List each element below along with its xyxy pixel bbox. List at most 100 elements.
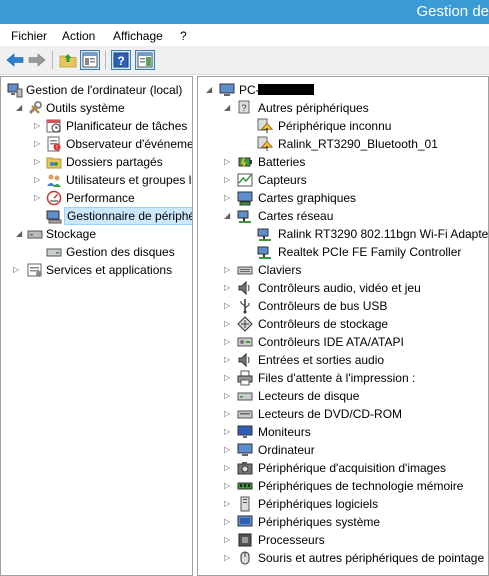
- redaction-bar: [258, 84, 314, 95]
- device-category-processors[interactable]: ▷ Processeurs: [198, 531, 488, 548]
- tree-item-storage[interactable]: ◢ Stockage: [1, 225, 192, 242]
- device-category-audio[interactable]: ▷ Contrôleurs audio, vidéo et jeu: [198, 279, 488, 296]
- collapse-arrow-icon[interactable]: ◢: [224, 103, 232, 112]
- menu-bar: Fichier Action Affichage ?: [0, 24, 489, 46]
- device-category-disk-drives[interactable]: ▷ Lecteurs de disque: [198, 387, 488, 404]
- device-category-memory[interactable]: ▷ Périphériques de technologie mémoire: [198, 477, 488, 494]
- device-category-keyboards[interactable]: ▷ Claviers: [198, 261, 488, 278]
- unknown-device-icon: ?: [237, 100, 253, 116]
- device-category-mice[interactable]: ▷ Souris et autres périphériques de poin…: [198, 549, 488, 566]
- tree-label: Gestion de l'ordinateur (local): [26, 83, 183, 97]
- device-category-usb[interactable]: ▷ Contrôleurs de bus USB: [198, 297, 488, 314]
- expand-arrow-icon[interactable]: ▷: [224, 517, 232, 526]
- tree-label: Cartes graphiques: [258, 191, 357, 205]
- expand-arrow-icon[interactable]: ▷: [224, 283, 232, 292]
- expand-arrow-icon[interactable]: ▷: [224, 409, 232, 418]
- expand-arrow-icon[interactable]: ▷: [224, 535, 232, 544]
- expand-arrow-icon[interactable]: ▷: [224, 355, 232, 364]
- tree-label: Observateur d'événeme: [66, 137, 193, 151]
- expand-arrow-icon[interactable]: ▷: [224, 319, 232, 328]
- menu-file[interactable]: Fichier: [11, 29, 47, 43]
- forward-arrow-icon[interactable]: [27, 50, 47, 70]
- device-category-storage-controllers[interactable]: ▷ Contrôleurs de stockage: [198, 315, 488, 332]
- speaker-icon: [237, 352, 253, 368]
- collapse-arrow-icon[interactable]: ◢: [224, 211, 232, 220]
- expand-arrow-icon[interactable]: ▷: [13, 265, 21, 274]
- expand-arrow-icon[interactable]: ▷: [224, 427, 232, 436]
- device-bluetooth[interactable]: ! Ralink_RT3290_Bluetooth_01: [198, 135, 488, 153]
- device-category-display[interactable]: ▷ Cartes graphiques: [198, 189, 488, 206]
- action-pane-icon[interactable]: [135, 50, 155, 70]
- device-unknown[interactable]: ! Périphérique inconnu: [198, 117, 488, 135]
- expand-arrow-icon[interactable]: ▷: [34, 175, 42, 184]
- console-tree-pane[interactable]: Gestion de l'ordinateur (local) ◢ Outils…: [0, 76, 193, 576]
- tree-item-performance[interactable]: ▷ Performance: [1, 189, 192, 206]
- device-category-monitors[interactable]: ▷ Moniteurs: [198, 423, 488, 440]
- expand-arrow-icon[interactable]: ▷: [224, 301, 232, 310]
- performance-icon: [46, 190, 62, 206]
- console-tree-icon[interactable]: [80, 50, 100, 70]
- tree-label: Lecteurs de disque: [258, 389, 360, 403]
- expand-arrow-icon[interactable]: ▷: [224, 373, 232, 382]
- tree-item-system-tools[interactable]: ◢ Outils système: [1, 99, 192, 116]
- expand-arrow-icon[interactable]: ▷: [224, 553, 232, 562]
- tree-item-services-apps[interactable]: ▷ Services et applications: [1, 261, 192, 278]
- collapse-arrow-icon[interactable]: ◢: [16, 229, 24, 238]
- menu-view[interactable]: Affichage: [113, 29, 163, 43]
- task-scheduler-icon: [46, 118, 62, 134]
- device-category-audio-io[interactable]: ▷ Entrées et sorties audio: [198, 351, 488, 368]
- up-folder-icon[interactable]: [58, 50, 78, 70]
- device-category-imaging[interactable]: ▷ Périphérique d'acquisition d'images: [198, 459, 488, 476]
- device-category-other[interactable]: ◢ ? Autres périphériques: [198, 99, 488, 116]
- expand-arrow-icon[interactable]: ▷: [34, 157, 42, 166]
- expand-arrow-icon[interactable]: ▷: [34, 121, 42, 130]
- expand-arrow-icon[interactable]: ▷: [224, 481, 232, 490]
- expand-arrow-icon[interactable]: ▷: [34, 139, 42, 148]
- tree-item-device-manager[interactable]: Gestionnaire de périphé: [1, 207, 192, 225]
- expand-arrow-icon[interactable]: ▷: [224, 157, 232, 166]
- device-category-batteries[interactable]: ▷ Batteries: [198, 153, 488, 170]
- device-tree-pane[interactable]: ◢ PC- ◢ ? Autres périphériques ! Périphé…: [197, 76, 489, 576]
- device-wifi-adapter[interactable]: Ralink RT3290 802.11bgn Wi-Fi Adapter: [198, 225, 488, 242]
- tree-label: Entrées et sorties audio: [258, 353, 385, 367]
- device-category-dvd[interactable]: ▷ Lecteurs de DVD/CD-ROM: [198, 405, 488, 422]
- tree-label: Moniteurs: [258, 425, 311, 439]
- back-arrow-icon[interactable]: [5, 50, 25, 70]
- collapse-arrow-icon[interactable]: ◢: [16, 103, 24, 112]
- tree-label: Périphérique inconnu: [278, 119, 392, 133]
- tree-item-computer-management[interactable]: Gestion de l'ordinateur (local): [1, 81, 192, 98]
- menu-action[interactable]: Action: [62, 29, 95, 43]
- expand-arrow-icon[interactable]: ▷: [34, 193, 42, 202]
- tree-label: Processeurs: [258, 533, 325, 547]
- device-ethernet-adapter[interactable]: Realtek PCIe FE Family Controller: [198, 243, 488, 260]
- device-category-print-queues[interactable]: ▷ Files d'attente à l'impression :: [198, 369, 488, 386]
- device-computer-root[interactable]: ◢ PC-: [198, 81, 488, 98]
- expand-arrow-icon[interactable]: ▷: [224, 337, 232, 346]
- help-icon[interactable]: ?: [111, 50, 131, 70]
- device-category-ide[interactable]: ▷ Contrôleurs IDE ATA/ATAPI: [198, 333, 488, 350]
- expand-arrow-icon[interactable]: ▷: [224, 499, 232, 508]
- collapse-arrow-icon[interactable]: ◢: [206, 85, 214, 94]
- toolbar-separator: [105, 51, 106, 69]
- device-category-sensors[interactable]: ▷ Capteurs: [198, 171, 488, 188]
- tree-label: Stockage: [46, 227, 97, 241]
- menu-help[interactable]: ?: [180, 29, 187, 43]
- device-category-network[interactable]: ◢ Cartes réseau: [198, 207, 488, 224]
- device-category-software[interactable]: ▷ Périphériques logiciels: [198, 495, 488, 512]
- expand-arrow-icon[interactable]: ▷: [224, 391, 232, 400]
- keyboard-icon: [237, 262, 253, 278]
- expand-arrow-icon[interactable]: ▷: [224, 265, 232, 274]
- tree-item-shared-folders[interactable]: ▷ Dossiers partagés: [1, 153, 192, 170]
- expand-arrow-icon[interactable]: ▷: [224, 193, 232, 202]
- tree-item-task-scheduler[interactable]: ▷ Planificateur de tâches: [1, 117, 192, 134]
- device-category-computer[interactable]: ▷ Ordinateur: [198, 441, 488, 458]
- expand-arrow-icon[interactable]: ▷: [224, 175, 232, 184]
- device-category-system[interactable]: ▷ Périphériques système: [198, 513, 488, 530]
- tree-item-event-viewer[interactable]: ▷ ! Observateur d'événeme: [1, 135, 193, 152]
- tree-item-local-users[interactable]: ▷ Utilisateurs et groupes l: [1, 171, 192, 188]
- expand-arrow-icon[interactable]: ▷: [224, 445, 232, 454]
- expand-arrow-icon[interactable]: ▷: [224, 463, 232, 472]
- tree-item-disk-management[interactable]: Gestion des disques: [1, 243, 192, 260]
- svg-text:!: !: [266, 146, 268, 152]
- tree-label: Lecteurs de DVD/CD-ROM: [258, 407, 403, 421]
